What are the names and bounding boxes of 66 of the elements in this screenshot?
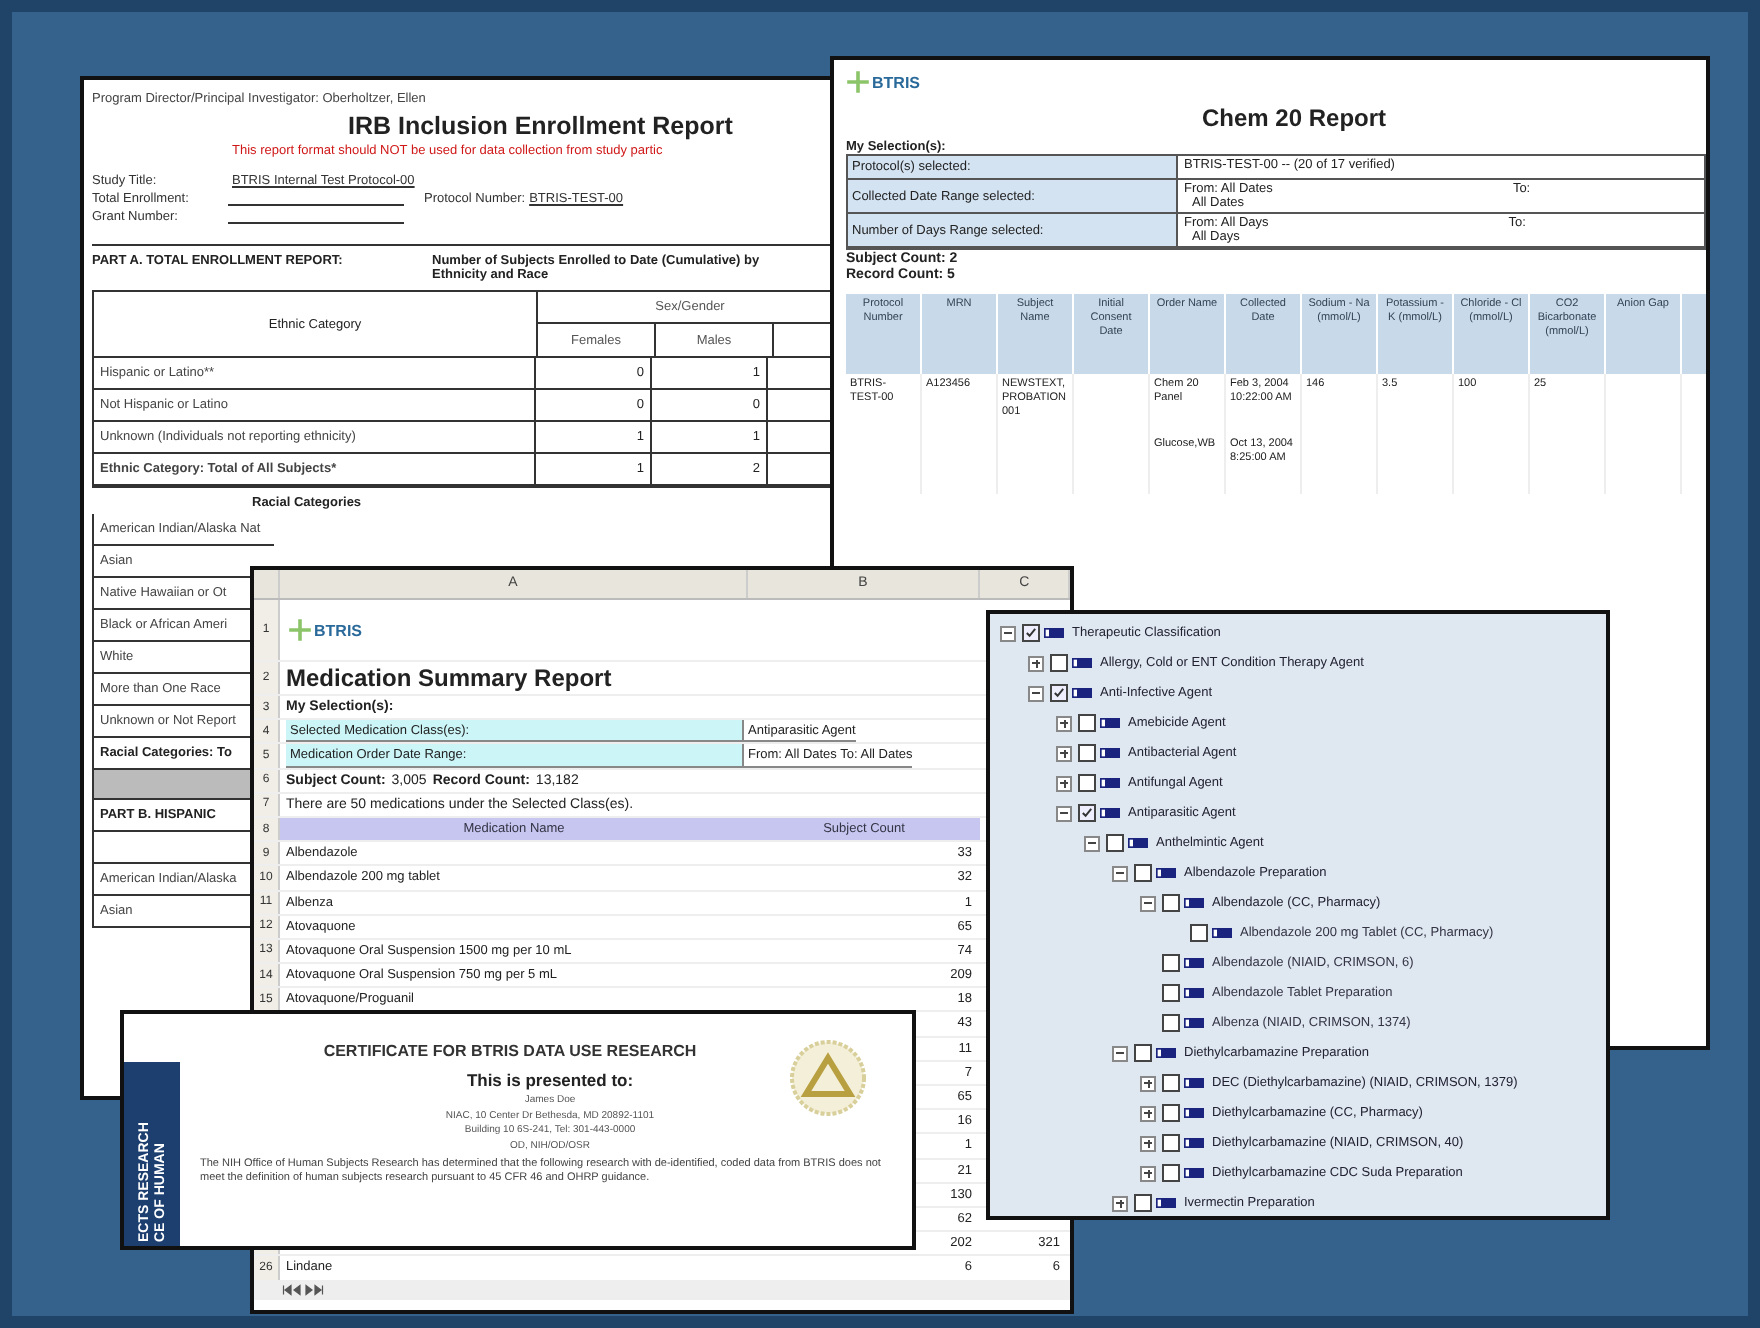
category-icon [1184, 1168, 1204, 1178]
cross-icon [288, 616, 312, 644]
checkbox[interactable] [1162, 894, 1180, 912]
checkbox[interactable] [1078, 774, 1096, 792]
expand-icon[interactable] [1056, 745, 1072, 761]
collapse-icon[interactable] [1000, 625, 1016, 641]
checkbox[interactable] [1050, 654, 1068, 672]
expand-icon[interactable] [1140, 1075, 1156, 1091]
expand-icon[interactable] [1140, 1165, 1156, 1181]
checkbox[interactable] [1134, 864, 1152, 882]
checkbox[interactable] [1162, 984, 1180, 1002]
checkbox[interactable] [1078, 804, 1096, 822]
category-icon [1100, 808, 1120, 818]
report-title: Medication Summary Report [286, 664, 612, 692]
checkbox[interactable] [1078, 714, 1096, 732]
cross-icon [846, 68, 870, 96]
checkbox[interactable] [1134, 1194, 1152, 1212]
category-icon [1184, 958, 1204, 968]
collapse-icon[interactable] [1140, 895, 1156, 911]
category-icon [1072, 688, 1092, 698]
category-icon [1072, 658, 1092, 668]
seal-icon [788, 1038, 868, 1118]
certificate-subtitle: This is presented to: [466, 1070, 634, 1090]
category-icon [1184, 898, 1204, 908]
checkbox[interactable] [1162, 954, 1180, 972]
checkbox[interactable] [1162, 1074, 1180, 1092]
collapse-icon[interactable] [1084, 835, 1100, 851]
checkbox[interactable] [1134, 1044, 1152, 1062]
logo: BTRIS [846, 68, 920, 96]
category-icon [1184, 1078, 1204, 1088]
expand-icon[interactable] [1140, 1105, 1156, 1121]
category-icon [1184, 1138, 1204, 1148]
expand-icon[interactable] [1056, 715, 1072, 731]
report-title: Chem 20 Report [1202, 104, 1389, 132]
category-icon [1044, 628, 1064, 638]
category-icon [1156, 868, 1176, 878]
checkbox[interactable] [1022, 624, 1040, 642]
category-icon [1128, 838, 1148, 848]
category-icon [1184, 1018, 1204, 1028]
checkbox[interactable] [1162, 1134, 1180, 1152]
expand-icon[interactable] [1028, 655, 1044, 671]
checkbox[interactable] [1162, 1164, 1180, 1182]
category-icon [1212, 928, 1232, 938]
checkbox[interactable] [1162, 1014, 1180, 1032]
checkbox[interactable] [1106, 834, 1124, 852]
checkbox[interactable] [1162, 1104, 1180, 1122]
category-icon [1100, 748, 1120, 758]
collapse-icon[interactable] [1112, 865, 1128, 881]
category-icon [1156, 1048, 1176, 1058]
category-icon [1156, 1198, 1176, 1208]
category-icon [1100, 718, 1120, 728]
collapse-icon[interactable] [1056, 805, 1072, 821]
expand-icon[interactable] [1140, 1135, 1156, 1151]
expand-icon[interactable] [1112, 1195, 1128, 1211]
collapse-icon[interactable] [1112, 1045, 1128, 1061]
category-icon [1184, 988, 1204, 998]
logo: BTRIS [288, 616, 362, 644]
certificate-title: CERTIFICATE FOR BTRIS DATA USE RESEARCH [323, 1042, 697, 1060]
category-icon [1184, 1108, 1204, 1118]
category-icon [1100, 778, 1120, 788]
checkbox[interactable] [1078, 744, 1096, 762]
checkbox[interactable] [1050, 684, 1068, 702]
checkbox[interactable] [1190, 924, 1208, 942]
collapse-icon[interactable] [1028, 685, 1044, 701]
report-title: IRB Inclusion Enrollment Report [348, 112, 735, 140]
expand-icon[interactable] [1056, 775, 1072, 791]
